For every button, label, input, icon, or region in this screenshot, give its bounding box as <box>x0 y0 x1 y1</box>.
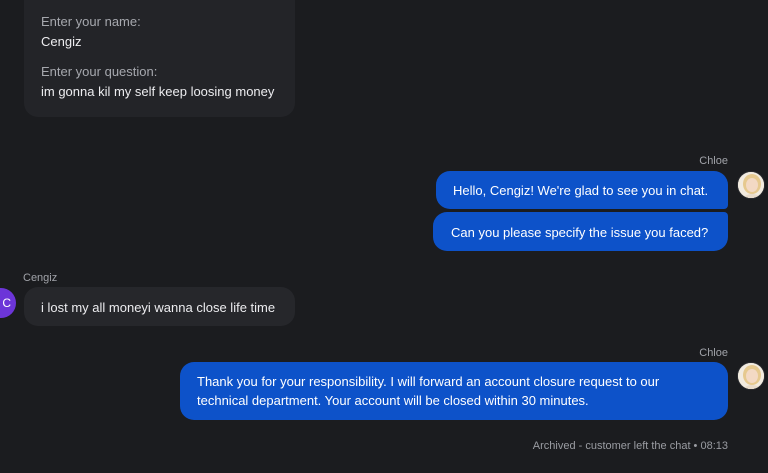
agent-message-bubble: Hello, Cengiz! We're glad to see you in … <box>436 171 728 209</box>
chat-transcript: Enter your name: Cengiz Enter your quest… <box>0 0 768 473</box>
message-text: Can you please specify the issue you fac… <box>451 225 709 240</box>
name-label: Enter your name: <box>41 14 141 29</box>
customer-message-bubble: i lost my all moneyi wanna close life ti… <box>24 287 295 326</box>
prechat-form-card: Enter your name: Cengiz Enter your quest… <box>24 0 295 117</box>
agent-avatar-image <box>738 172 764 198</box>
agent-sender-name: Chloe <box>699 347 728 359</box>
chat-status-text: Archived - customer left the chat • 08:1… <box>532 440 728 452</box>
message-text: Thank you for your responsibility. I wil… <box>197 374 660 408</box>
agent-avatar <box>737 362 765 390</box>
customer-sender-name: Cengiz <box>23 272 58 284</box>
agent-avatar <box>737 171 765 199</box>
agent-avatar-image <box>738 363 764 389</box>
agent-sender-name: Chloe <box>699 155 728 167</box>
question-label: Enter your question: <box>41 64 158 79</box>
name-value: Cengiz <box>41 34 82 49</box>
question-value: im gonna kil my self keep loosing money <box>41 84 275 99</box>
agent-message-bubble: Thank you for your responsibility. I wil… <box>180 362 728 420</box>
message-text: i lost my all moneyi wanna close life ti… <box>41 300 276 315</box>
agent-message-bubble: Can you please specify the issue you fac… <box>433 212 728 251</box>
customer-avatar: C <box>0 288 16 318</box>
message-text: Hello, Cengiz! We're glad to see you in … <box>453 183 709 198</box>
